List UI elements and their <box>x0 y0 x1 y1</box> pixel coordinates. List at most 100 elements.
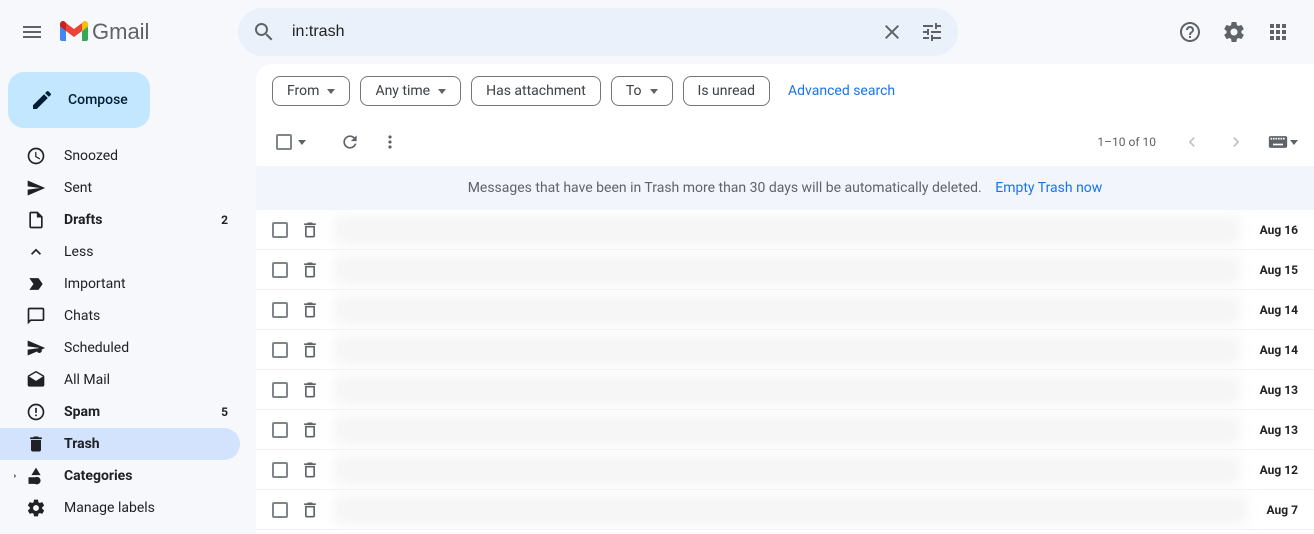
sidebar-item-categories[interactable]: Categories <box>0 460 240 492</box>
spam-icon-wrap <box>26 402 46 422</box>
trash-icon <box>300 500 320 520</box>
categories-icon-wrap <box>26 466 46 486</box>
sidebar-item-trash[interactable]: Trash <box>0 428 240 460</box>
sidebar-item-label: All Mail <box>64 372 228 388</box>
main-menu-button[interactable] <box>8 8 56 56</box>
trash-icon <box>26 434 46 454</box>
message-date: Aug 16 <box>1260 223 1298 237</box>
select-all-checkbox[interactable] <box>276 134 292 150</box>
sidebar-item-label: Sent <box>64 180 228 196</box>
message-preview-redacted <box>334 456 1240 484</box>
app-name: Gmail <box>92 19 149 45</box>
filter-any-time[interactable]: Any time <box>360 76 461 106</box>
filter-to[interactable]: To <box>611 76 673 106</box>
message-date: Aug 12 <box>1260 463 1298 477</box>
message-row[interactable]: Aug 14 <box>256 330 1314 370</box>
toolbar-right: 1–10 of 10 <box>1097 122 1298 162</box>
more-vert-icon <box>380 132 400 152</box>
filter-is-unread[interactable]: Is unread <box>683 76 771 106</box>
sidebar-item-spam[interactable]: Spam5 <box>0 396 240 428</box>
more-button[interactable] <box>370 122 410 162</box>
message-preview-redacted <box>334 256 1240 284</box>
apps-icon <box>1266 20 1290 44</box>
refresh-icon <box>340 132 360 152</box>
message-row[interactable]: Aug 14 <box>256 290 1314 330</box>
sidebar-item-label: Trash <box>64 436 228 452</box>
filter-has-attachment-label: Has attachment <box>486 83 586 99</box>
select-all[interactable] <box>272 130 310 154</box>
message-row[interactable]: Aug 12 <box>256 450 1314 490</box>
message-checkbox[interactable] <box>272 262 288 278</box>
chevron-right-icon <box>1226 132 1246 152</box>
chevron-down-icon <box>438 89 446 94</box>
allmail-icon <box>26 370 46 390</box>
chat-icon-wrap <box>26 306 46 326</box>
gmail-logo[interactable]: Gmail <box>56 19 238 45</box>
chevron-left-icon <box>1182 132 1202 152</box>
sidebar-item-manage-labels[interactable]: Manage labels <box>0 492 240 524</box>
allmail-icon-wrap <box>26 370 46 390</box>
important-icon-wrap <box>26 274 46 294</box>
clock-icon-wrap <box>26 146 46 166</box>
sidebar-item-label: Scheduled <box>64 340 228 356</box>
filter-has-attachment[interactable]: Has attachment <box>471 76 601 106</box>
message-checkbox[interactable] <box>272 222 288 238</box>
search-input[interactable] <box>284 23 872 41</box>
compose-label: Compose <box>68 92 128 108</box>
message-checkbox[interactable] <box>272 462 288 478</box>
filter-is-unread-label: Is unread <box>698 83 756 99</box>
next-page-button[interactable] <box>1216 122 1256 162</box>
message-row[interactable]: Aug 16 <box>256 210 1314 250</box>
toolbar: 1–10 of 10 <box>256 118 1314 166</box>
gmail-logo-icon <box>60 21 88 43</box>
compose-button[interactable]: Compose <box>8 72 150 128</box>
message-row[interactable]: Aug 13 <box>256 410 1314 450</box>
prev-page-button[interactable] <box>1172 122 1212 162</box>
filter-bar: From Any time Has attachment To Is unrea… <box>256 64 1314 118</box>
chevron-down-icon <box>327 89 335 94</box>
message-preview-redacted <box>334 216 1240 244</box>
sidebar-item-important[interactable]: Important <box>0 268 240 300</box>
message-row[interactable]: Aug 15 <box>256 250 1314 290</box>
close-icon <box>880 20 904 44</box>
message-row[interactable]: Aug 13 <box>256 370 1314 410</box>
message-date: Aug 13 <box>1260 383 1298 397</box>
empty-trash-link[interactable]: Empty Trash now <box>995 180 1102 196</box>
input-tools-button[interactable] <box>1268 135 1298 149</box>
sidebar-item-count: 5 <box>221 405 228 419</box>
sidebar-item-scheduled[interactable]: Scheduled <box>0 332 240 364</box>
message-checkbox[interactable] <box>272 382 288 398</box>
settings-icon-wrap <box>26 498 46 518</box>
sidebar-item-label: Chats <box>64 308 228 324</box>
trash-icon <box>300 420 320 440</box>
apps-button[interactable] <box>1258 12 1298 52</box>
sidebar-item-chats[interactable]: Chats <box>0 300 240 332</box>
pencil-icon <box>30 88 54 112</box>
advanced-search-link[interactable]: Advanced search <box>788 83 895 99</box>
search-options-button[interactable] <box>912 12 952 52</box>
sidebar-item-snoozed[interactable]: Snoozed <box>0 140 240 172</box>
message-checkbox[interactable] <box>272 342 288 358</box>
message-preview-redacted <box>334 416 1240 444</box>
chevron-up-icon-wrap <box>26 242 46 262</box>
search-button[interactable] <box>244 12 284 52</box>
refresh-button[interactable] <box>330 122 370 162</box>
sidebar-item-label: Drafts <box>64 212 221 228</box>
filter-from[interactable]: From <box>272 76 350 106</box>
message-date: Aug 13 <box>1260 423 1298 437</box>
sidebar-item-drafts[interactable]: Drafts2 <box>0 204 240 236</box>
message-checkbox[interactable] <box>272 422 288 438</box>
settings-button[interactable] <box>1214 12 1254 52</box>
message-row[interactable]: Aug 7 <box>256 490 1314 530</box>
sidebar-item-sent[interactable]: Sent <box>0 172 240 204</box>
clear-search-button[interactable] <box>872 12 912 52</box>
message-checkbox[interactable] <box>272 302 288 318</box>
support-button[interactable] <box>1170 12 1210 52</box>
message-checkbox[interactable] <box>272 502 288 518</box>
categories-icon <box>26 466 46 486</box>
sidebar-item-label: Important <box>64 276 228 292</box>
send-icon <box>26 178 46 198</box>
sidebar-item-all-mail[interactable]: All Mail <box>0 364 240 396</box>
sidebar-item-less[interactable]: Less <box>0 236 240 268</box>
sidebar: Compose Snoozed Sent Drafts2Less Important C… <box>0 64 256 534</box>
